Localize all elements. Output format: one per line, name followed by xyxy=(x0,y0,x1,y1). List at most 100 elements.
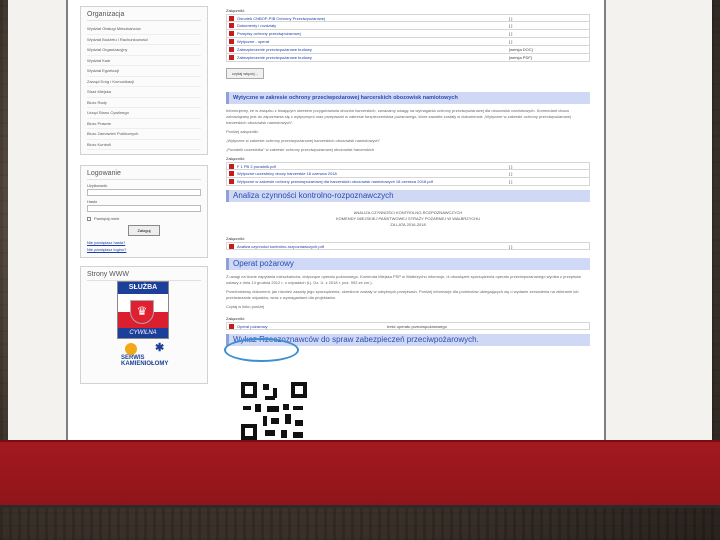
attachment-row[interactable]: Dokumenty i rozdziały[ ] xyxy=(226,22,590,30)
attachment-list: F 1 PB 2 poradnik.pdf[ ] Wytyczne uczest… xyxy=(226,162,590,186)
organization-menu: Organizacja Wydział Obsługi Mieszkańców … xyxy=(80,6,208,155)
analysis-heading: ANALIZA CZYNNOŚCI KONTROLNO-ROZPOZNAWCZY… xyxy=(226,210,590,228)
star-icon: ✱ xyxy=(155,342,165,354)
sidebar-item[interactable]: Wydział Obsługi Mieszkańców xyxy=(87,24,201,35)
attachment-row[interactable]: Analiza czynności kontrolno-rozpoznawczy… xyxy=(226,242,590,250)
sun-icon xyxy=(125,343,137,355)
attachment-size: [ ] xyxy=(509,31,513,36)
login-title: Logowanie xyxy=(87,170,201,180)
attachment-size: treść operatu przeciwpożarowego xyxy=(387,323,447,329)
sidebar-item[interactable]: Biuro Prawne xyxy=(87,119,201,129)
attachments-label: Załączniki: xyxy=(226,236,245,241)
pdf-icon xyxy=(229,243,234,249)
login-button[interactable]: Zaloguj xyxy=(128,225,160,236)
emblem-top-text: SŁUŻBA xyxy=(118,282,168,294)
main-content: Załączniki: Ośrodek CNBOP-PIB Ochrony Pr… xyxy=(226,6,590,350)
attachment-row[interactable]: F 1 PB 2 poradnik.pdf[ ] xyxy=(226,162,590,170)
serwis-logo[interactable]: ✱ SERWIS KAMIENIOŁOMY xyxy=(121,342,175,367)
serwis-label: SERWIS KAMIENIOŁOMY xyxy=(121,355,169,367)
section-paragraph: Poniżej załączniki: xyxy=(226,129,259,134)
attachment-link[interactable]: Operat pożarowy xyxy=(237,324,387,329)
attachment-row[interactable]: Zabezpieczenie przeciwpożarowe budowy [we… xyxy=(226,46,590,54)
attachment-link[interactable]: Wytyczne - operat xyxy=(237,39,509,44)
section-paragraph: „Poradnik uczestnika” w zakresie ochrony… xyxy=(226,147,375,152)
remember-label: Pamiętaj mnie xyxy=(94,216,120,221)
attachment-row[interactable]: Wytyczne uczestnicy obozy harcerskie 18 … xyxy=(226,170,590,178)
password-input[interactable] xyxy=(87,205,201,212)
attachment-link[interactable]: Zabezpieczenie przeciwpożarowe budowy xyxy=(237,55,509,60)
attachment-size: [ ] xyxy=(509,179,513,184)
section-paragraph: Z uwagi na liczne zapytania mieszkańców,… xyxy=(226,274,582,285)
section-title-fire-operat[interactable]: Operat pożarowy xyxy=(226,258,590,270)
slide-footer-line xyxy=(0,505,720,508)
civil-service-logo[interactable]: SŁUŻBA ♛ CYWILNA xyxy=(117,281,169,339)
pdf-icon xyxy=(229,15,234,21)
username-label: Użytkownik xyxy=(87,183,108,188)
organization-menu-title: Organizacja xyxy=(87,11,201,21)
attachment-row[interactable]: Operat pożarowy treść operatu przeciwpoża… xyxy=(226,322,590,330)
attachment-size: [ ] xyxy=(509,243,513,249)
remember-me[interactable]: Pamiętaj mnie xyxy=(87,216,201,221)
read-more-button[interactable]: czytaj więcej... xyxy=(226,68,264,79)
analysis-line: ZA LATA 2016-2018 xyxy=(390,222,426,227)
sidebar: Organizacja Wydział Obsługi Mieszkańców … xyxy=(80,6,208,392)
sidebar-item[interactable]: Straż Miejska xyxy=(87,87,201,98)
pdf-icon xyxy=(229,47,234,52)
forgot-password-link[interactable]: Nie pamiętasz hasła? xyxy=(87,239,201,246)
attachment-row[interactable]: Zabezpieczenie przeciwpożarowe budowy [we… xyxy=(226,54,590,62)
sidebar-item[interactable]: Wydział Organizacyjny xyxy=(87,45,201,56)
partners-title: Strony WWW xyxy=(87,271,201,281)
attachment-size: [ ] xyxy=(509,15,513,21)
section-paragraph: Czytaj w linku poniżej xyxy=(226,304,265,309)
pdf-icon xyxy=(229,55,234,60)
attachment-size: [ ] xyxy=(509,163,513,169)
attachment-row[interactable]: Ośrodek CNBOP-PIB Ochrony Przeciwpożarow… xyxy=(226,14,590,22)
pdf-icon xyxy=(229,171,234,176)
sidebar-item[interactable]: Biuro Kontroli xyxy=(87,140,201,150)
attachment-size: [wersja DOC] xyxy=(509,47,533,52)
attachment-link[interactable]: Wytyczne w zakresie ochrony przeciwpożar… xyxy=(237,179,509,184)
section-paragraph: „Wytyczne w zakresie ochrony przeciwpoża… xyxy=(226,138,381,143)
slide-footer-banner xyxy=(0,440,720,507)
sidebar-item[interactable]: Zarząd Dróg i Komunikacji xyxy=(87,77,201,87)
attachment-list: Ośrodek CNBOP-PIB Ochrony Przeciwpożarow… xyxy=(226,14,590,62)
webpage-screenshot: Organizacja Wydział Obsługi Mieszkańców … xyxy=(66,0,606,442)
qr-code xyxy=(239,380,309,442)
section-paragraph: Informujemy, że w związku z trwającym ok… xyxy=(226,108,571,125)
attachment-size: [ ] xyxy=(509,23,513,28)
attachment-link[interactable]: Wytyczne uczestnicy obozy harcerskie 18 … xyxy=(237,171,509,176)
partners-box: Strony WWW SŁUŻBA ♛ CYWILNA ✱ SERWIS KAM… xyxy=(80,266,208,384)
section-title-guidelines[interactable]: Wytyczne w zakresie ochrony przeciwpożar… xyxy=(226,92,590,104)
attachment-link[interactable]: Dokumenty i rozdziały xyxy=(237,23,509,28)
pdf-icon xyxy=(229,31,234,36)
password-label: Hasło xyxy=(87,199,98,204)
section-title-analysis[interactable]: Analiza czynności kontrolno-rozpoznawczy… xyxy=(226,190,590,202)
pdf-icon xyxy=(229,23,234,28)
attachment-row[interactable]: Przepisy ochrony przeciwpożarowej[ ] xyxy=(226,30,590,38)
attachment-link[interactable]: Przepisy ochrony przeciwpożarowej xyxy=(237,31,509,36)
attachment-row[interactable]: Wytyczne - operat[ ] xyxy=(226,38,590,46)
attachment-link[interactable]: F 1 PB 2 poradnik.pdf xyxy=(237,164,509,169)
attachment-size: [ ] xyxy=(509,171,513,176)
username-input[interactable] xyxy=(87,189,201,196)
attachment-list: Operat pożarowy treść operatu przeciwpoża… xyxy=(226,322,590,330)
forgot-username-link[interactable]: Nie pamiętasz loginu? xyxy=(87,246,201,253)
pdf-icon xyxy=(229,163,234,169)
attachment-link[interactable]: Ośrodek CNBOP-PIB Ochrony Przeciwpożarow… xyxy=(237,16,509,21)
sidebar-item[interactable]: Wydział Budżetu i Rachunkowości xyxy=(87,35,201,45)
sidebar-item[interactable]: Biuro Rady xyxy=(87,98,201,108)
attachment-row[interactable]: Wytyczne w zakresie ochrony przeciwpożar… xyxy=(226,178,590,186)
attachment-list: Analiza czynności kontrolno-rozpoznawczy… xyxy=(226,242,590,250)
emblem-bottom-text: CYWILNA xyxy=(118,328,168,338)
eagle-icon: ♛ xyxy=(130,300,154,324)
sidebar-item[interactable]: Wydział Egzekucji xyxy=(87,66,201,77)
attachment-size: [ ] xyxy=(509,39,513,44)
sidebar-item[interactable]: Biuro Zamówień Publicznych xyxy=(87,129,201,140)
sidebar-item[interactable]: Urząd Stanu Cywilnego xyxy=(87,108,201,119)
attachment-link[interactable]: Zabezpieczenie przeciwpożarowe budowy xyxy=(237,47,509,52)
sidebar-item[interactable]: Wydział Kadr xyxy=(87,56,201,66)
attachment-link[interactable]: Analiza czynności kontrolno-rozpoznawczy… xyxy=(237,244,509,249)
remember-checkbox[interactable] xyxy=(87,216,91,221)
pdf-icon xyxy=(229,39,234,44)
pdf-icon xyxy=(229,323,234,329)
